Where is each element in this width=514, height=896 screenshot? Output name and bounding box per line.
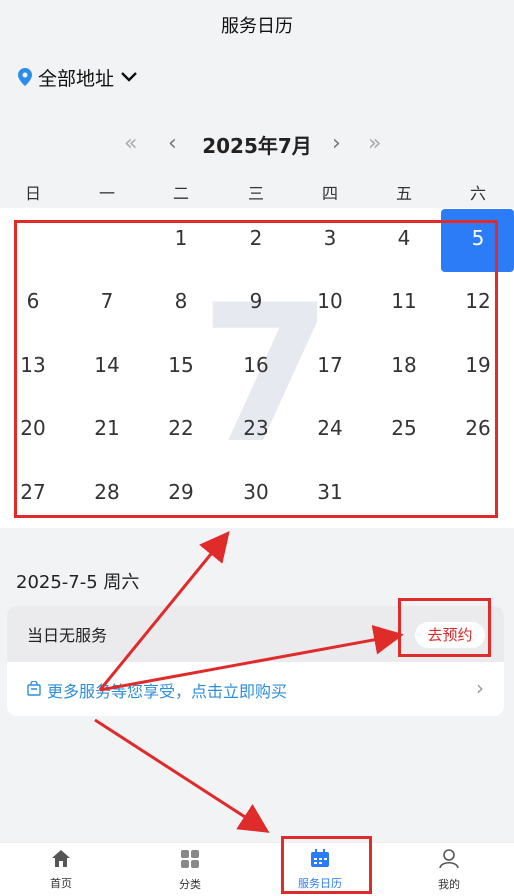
annotation-box-tab xyxy=(281,836,372,894)
annotation-box-book xyxy=(398,598,491,657)
month-title: 2025年7月 xyxy=(202,133,312,158)
next-month-button[interactable]: › xyxy=(332,126,341,162)
month-navigator: « ‹ 2025年7月 › » xyxy=(0,126,514,162)
address-selector[interactable]: 全部地址 xyxy=(18,62,138,92)
no-service-text: 当日无服务 xyxy=(27,626,108,645)
tab-label: 我的 xyxy=(438,877,460,891)
weekday-header: 日 一 二 三 四 五 六 xyxy=(0,180,514,208)
weekday-label: 五 xyxy=(395,184,412,203)
page-title: 服务日历 xyxy=(221,16,293,37)
user-icon xyxy=(439,848,459,873)
page-header: 服务日历 xyxy=(0,0,514,50)
weekday-label: 日 xyxy=(24,184,41,203)
address-label: 全部地址 xyxy=(38,67,115,90)
weekday-label: 三 xyxy=(247,184,264,203)
annotation-box-calendar xyxy=(14,220,498,518)
next-year-button[interactable]: » xyxy=(368,126,382,162)
location-pin-icon xyxy=(18,68,32,86)
weekday-label: 四 xyxy=(321,184,338,203)
bottom-tab-bar: 首页 分类 服务日历 我的 xyxy=(0,842,514,896)
tab-label: 首页 xyxy=(50,877,72,890)
tab-home[interactable]: 首页 xyxy=(16,843,106,896)
selected-date-label: 2025-7-5 周六 xyxy=(16,572,140,593)
annotation-arrow-tab xyxy=(94,718,270,833)
tab-category[interactable]: 分类 xyxy=(145,843,235,896)
weekday-label: 二 xyxy=(172,184,189,203)
weekday-label: 六 xyxy=(469,184,486,203)
tab-mine[interactable]: 我的 xyxy=(404,843,494,896)
tab-label: 分类 xyxy=(179,877,201,891)
promo-link[interactable]: 更多服务等您享受，点击立即购买 xyxy=(27,678,287,702)
home-icon xyxy=(51,849,71,872)
bag-icon xyxy=(27,679,41,700)
promo-text: 更多服务等您享受，点击立即购买 xyxy=(47,682,288,701)
weekday-label: 一 xyxy=(98,184,115,203)
chevron-down-icon xyxy=(120,71,138,83)
prev-month-button[interactable]: ‹ xyxy=(168,126,177,162)
chevron-right-icon: › xyxy=(476,676,484,700)
grid-icon xyxy=(180,849,200,873)
prev-year-button[interactable]: « xyxy=(124,126,138,162)
